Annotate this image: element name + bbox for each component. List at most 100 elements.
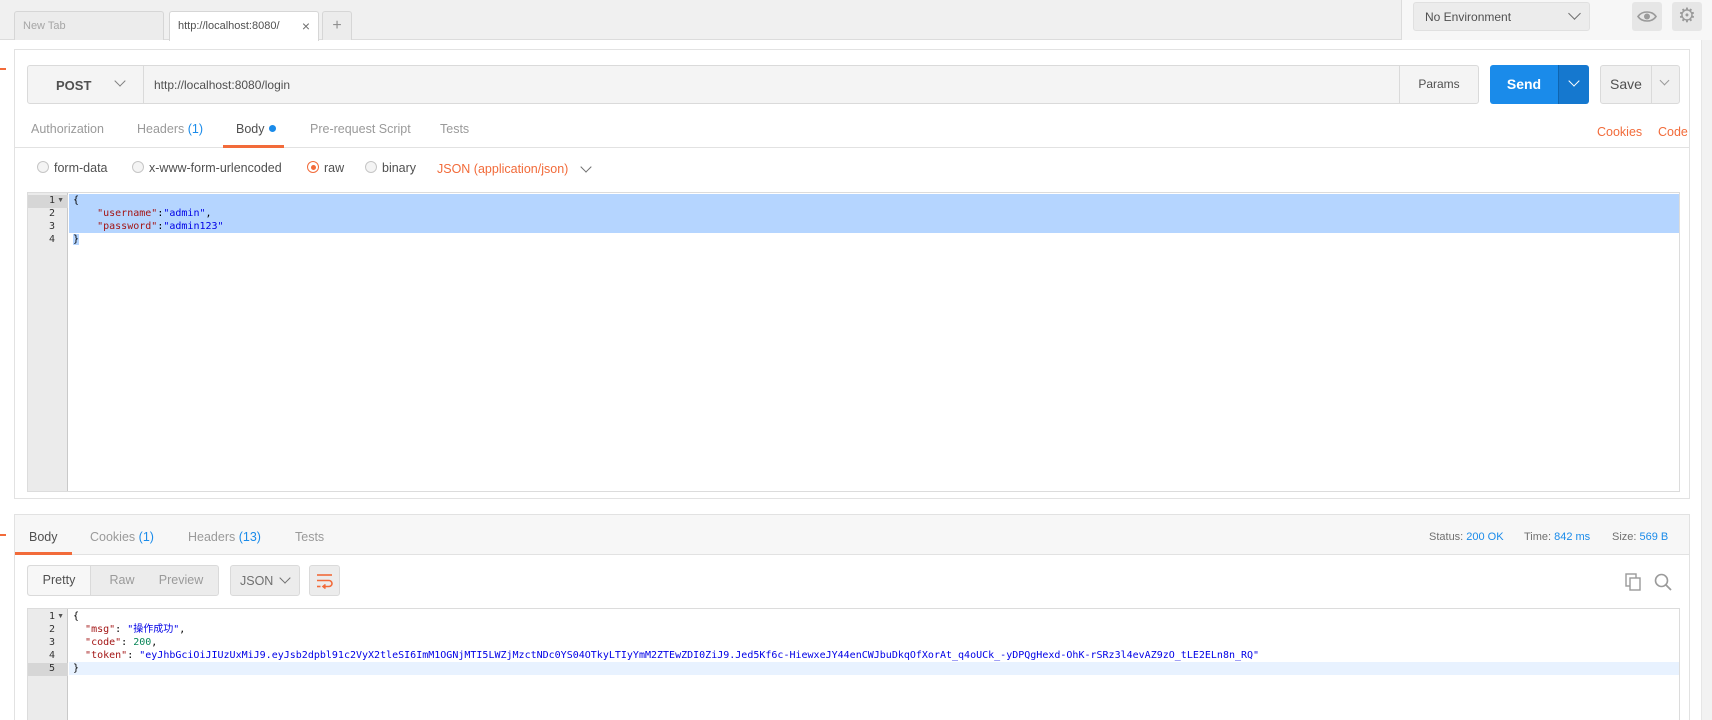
line-number: 3 xyxy=(48,637,55,648)
tab-headers[interactable]: Headers (1) xyxy=(137,116,203,148)
view-pretty-button[interactable]: Pretty xyxy=(28,566,91,595)
code-line: "username":"admin", xyxy=(69,207,1679,220)
content-type-select[interactable]: JSON (application/json) xyxy=(437,161,592,176)
tab-bar: New Tab http://localhost:8080/ × + No En… xyxy=(0,0,1712,41)
environment-quick-look-button[interactable] xyxy=(1632,2,1662,31)
request-panel: POST Params Send Save Authorization Head… xyxy=(14,49,1690,499)
time-label: Time: xyxy=(1524,531,1552,543)
url-bar: POST xyxy=(27,65,1412,104)
response-panel: Body Cookies (1) Headers (13) Tests Stat… xyxy=(14,514,1690,720)
wrap-lines-icon xyxy=(317,574,333,590)
tab-tests[interactable]: Tests xyxy=(440,116,469,148)
cookies-link[interactable]: Cookies xyxy=(1597,125,1642,139)
request-tabs: Authorization Headers (1) Body Pre-reque… xyxy=(15,116,1689,148)
json-value: "eyJhbGciOiJIUzUxMiJ9.eyJsb2dpbl91c2VyX2… xyxy=(139,650,1260,661)
json-value: 200 xyxy=(133,637,152,648)
response-tabs: Body Cookies (1) Headers (13) Tests Stat… xyxy=(15,515,1689,555)
request-body-editor[interactable]: 1 ▼ 2 3 4 { "username":"admin", "passwor… xyxy=(27,192,1680,492)
response-tab-body[interactable]: Body xyxy=(15,515,72,555)
json-value: "操作成功" xyxy=(127,624,180,635)
status-value: 200 OK xyxy=(1466,531,1504,543)
method-select[interactable]: POST xyxy=(28,66,144,103)
json-brace: { xyxy=(73,195,80,206)
code-line: "password":"admin123" xyxy=(69,220,1679,233)
tab-count: (1) xyxy=(187,122,204,136)
wrap-lines-button[interactable] xyxy=(309,565,340,596)
radio-circle xyxy=(37,161,49,173)
line-number: 4 xyxy=(48,234,55,245)
json-brace: { xyxy=(73,611,80,622)
tab-label: Authorization xyxy=(31,122,104,136)
radio-form-data[interactable]: form-data xyxy=(37,161,108,175)
radio-label: x-www-form-urlencoded xyxy=(149,161,282,175)
params-button[interactable]: Params xyxy=(1399,65,1479,104)
send-button[interactable]: Send xyxy=(1490,65,1558,104)
size-value: 569 B xyxy=(1639,531,1669,543)
json-brace: } xyxy=(73,663,80,674)
code-line: "code": 200, xyxy=(85,637,158,648)
environment-select[interactable]: No Environment xyxy=(1413,2,1590,31)
view-raw-button[interactable]: Raw xyxy=(100,566,144,595)
gear-icon: ⚙ xyxy=(1678,5,1696,27)
code-link[interactable]: Code xyxy=(1658,125,1688,139)
line-number: 3 xyxy=(48,221,55,232)
json-key: "msg" xyxy=(85,624,116,635)
response-body-viewer[interactable]: 1 ▼ 2 3 4 5 { "msg": "操作成功", "code": 200… xyxy=(27,608,1680,720)
chevron-down-icon xyxy=(1659,75,1670,86)
tab-pre-request-script[interactable]: Pre-request Script xyxy=(310,116,411,148)
line-number: 4 xyxy=(48,650,55,661)
json-brace: } xyxy=(73,234,80,245)
tab-label: Pre-request Script xyxy=(310,122,411,136)
tab-body[interactable]: Body xyxy=(223,116,284,148)
view-preview-button[interactable]: Preview xyxy=(150,566,212,595)
tab-localhost-label: http://localhost:8080/ xyxy=(178,20,280,32)
tab-label: Body xyxy=(236,122,265,136)
line-number: 2 xyxy=(48,208,55,219)
tab-authorization[interactable]: Authorization xyxy=(31,116,104,148)
time-value: 842 ms xyxy=(1554,531,1591,543)
window-scrollbar[interactable] xyxy=(1701,40,1712,720)
fold-arrow-icon[interactable]: ▼ xyxy=(57,613,64,620)
time-readout: Time: 842 ms xyxy=(1524,531,1590,543)
code-line: { xyxy=(69,610,1679,623)
radio-label: form-data xyxy=(54,161,108,175)
radio-binary[interactable]: binary xyxy=(365,161,416,175)
method-select-value: POST xyxy=(56,78,92,93)
search-icon[interactable] xyxy=(1653,572,1673,592)
chevron-down-icon xyxy=(279,572,291,584)
radio-circle xyxy=(365,161,377,173)
response-tab-cookies[interactable]: Cookies (1) xyxy=(90,515,154,555)
chevron-down-icon xyxy=(114,75,126,87)
sidebar-accent-mark xyxy=(0,68,6,70)
line-number: 5 xyxy=(48,663,55,674)
manage-environments-button[interactable]: ⚙ xyxy=(1672,2,1702,31)
save-options-button[interactable] xyxy=(1651,65,1680,104)
close-tab-icon[interactable]: × xyxy=(302,18,310,34)
url-input[interactable] xyxy=(154,66,1274,103)
chevron-down-icon xyxy=(580,161,592,173)
copy-icon[interactable] xyxy=(1623,572,1643,592)
code-area[interactable]: { "username":"admin", "password":"admin1… xyxy=(69,193,1679,491)
line-number: 1 xyxy=(48,195,55,206)
tab-label: Headers xyxy=(137,122,185,136)
fold-arrow-icon[interactable]: ▼ xyxy=(57,197,64,204)
add-tab-button[interactable]: + xyxy=(322,11,352,40)
line-number-gutter: 1 ▼ 2 3 4 xyxy=(28,193,68,491)
modified-dot-icon xyxy=(268,125,276,132)
save-button[interactable]: Save xyxy=(1600,65,1652,104)
radio-x-www-form-urlencoded[interactable]: x-www-form-urlencoded xyxy=(132,161,282,175)
tab-new-label: New Tab xyxy=(23,20,66,32)
response-format-select[interactable]: JSON xyxy=(230,565,300,596)
environment-panel: No Environment ⚙ xyxy=(1401,0,1712,40)
json-value: "admin" xyxy=(163,208,206,219)
tab-localhost[interactable]: http://localhost:8080/ × xyxy=(169,11,319,41)
response-tab-tests[interactable]: Tests xyxy=(295,515,324,555)
tab-new[interactable]: New Tab xyxy=(14,11,164,40)
code-line: } xyxy=(69,233,1679,246)
radio-label: raw xyxy=(324,161,345,175)
response-tab-headers[interactable]: Headers (13) xyxy=(188,515,261,555)
size-label: Size: xyxy=(1612,531,1637,543)
radio-raw[interactable]: raw xyxy=(307,161,345,175)
chevron-down-icon xyxy=(1568,75,1580,87)
send-options-button[interactable] xyxy=(1558,65,1589,104)
